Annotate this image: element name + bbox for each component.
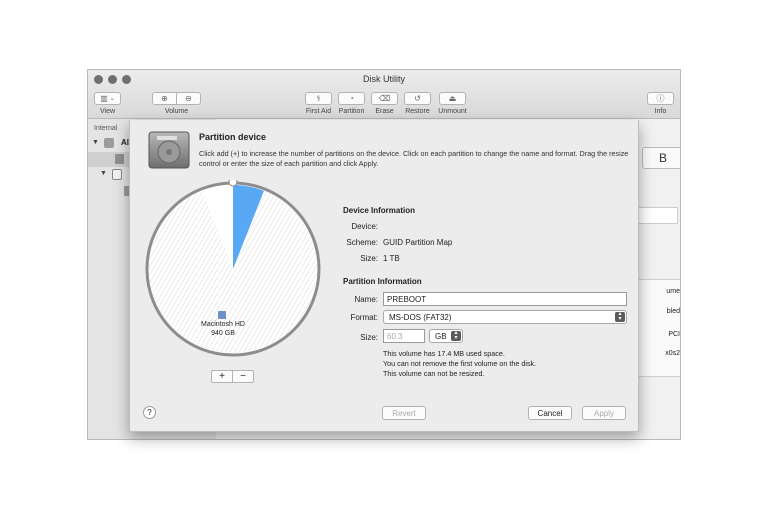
hard-drive-icon (148, 131, 190, 169)
device-label: Device: (351, 222, 378, 231)
info-cell: bled (666, 308, 680, 315)
format-select-value: MS-DOS (FAT32) (389, 312, 452, 322)
apply-button[interactable]: Apply (582, 406, 626, 420)
partition-button[interactable]: ◔ (338, 92, 365, 105)
volume-icon (115, 154, 124, 164)
partition-sheet: Partition device Click add (+) to increa… (129, 120, 639, 432)
unmount-label: Unmount (438, 108, 467, 115)
cancel-button[interactable]: Cancel (528, 406, 572, 420)
remove-volume-button[interactable]: ⊖ (176, 92, 201, 105)
info-cell: ume (666, 288, 680, 295)
erase-label: Erase (375, 108, 394, 115)
size-label: Size: (360, 254, 378, 263)
eject-icon: ⏏ (448, 94, 457, 103)
sidebar-icon: ▥ (100, 94, 108, 103)
name-label: Name: (354, 295, 378, 304)
partition-info-heading: Partition Information (343, 277, 422, 286)
drive-icon (104, 138, 114, 148)
remove-partition-button[interactable]: − (232, 370, 254, 383)
partition-pie-icon: ◔ (349, 94, 354, 103)
view-button[interactable]: ▥ ⌄ (94, 92, 121, 105)
resize-note: This volume can not be resized. (383, 369, 485, 378)
used-space-note: This volume has 17.4 MB used space. (383, 349, 505, 358)
pie-partition-size: 940 GB (211, 330, 235, 337)
erase-icon: ⌫ (378, 94, 391, 103)
restore-label: Restore (405, 108, 430, 115)
info-cell: PCI (668, 331, 680, 338)
info-label: Info (654, 108, 667, 115)
view-label: View (99, 108, 116, 115)
stethoscope-icon: ⚕ (316, 94, 321, 103)
info-cell: x0s2 (665, 350, 680, 357)
info-button[interactable]: ⓘ (647, 92, 674, 105)
title-bar: Disk Utility ▥ ⌄ View ⊕ ⊖ Volume ⚕ First … (88, 70, 680, 119)
background-field (636, 207, 678, 224)
add-volume-icon: ⊕ (161, 94, 168, 103)
volume-icon (218, 311, 226, 319)
pie-partition-name: Macintosh HD (201, 321, 245, 328)
revert-button[interactable]: Revert (382, 406, 426, 420)
capacity-badge: B (642, 147, 680, 169)
first-aid-button[interactable]: ⚕ (305, 92, 332, 105)
sidebar-item-drive[interactable]: Al (121, 138, 129, 147)
scheme-value: GUID Partition Map (383, 238, 453, 247)
sheet-title: Partition device (199, 132, 267, 142)
device-info-heading: Device Information (343, 206, 416, 215)
restore-button[interactable]: ↺ (404, 92, 431, 105)
add-volume-button[interactable]: ⊕ (152, 92, 177, 105)
format-select[interactable]: MS-DOS (FAT32) ▴ ▾ (383, 310, 627, 324)
window-title: Disk Utility (363, 74, 405, 84)
chevron-down-icon: ⌄ (109, 96, 115, 102)
partition-size-field[interactable]: 60.3 (383, 329, 425, 343)
size-unit-value: GB (435, 331, 447, 341)
scheme-label: Scheme: (346, 238, 378, 247)
select-arrows-icon: ▴ ▾ (615, 311, 625, 322)
volume-label: Volume (164, 108, 189, 115)
add-partition-button[interactable]: + (211, 370, 233, 383)
partition-label: Partition (338, 108, 365, 115)
erase-button[interactable]: ⌫ (371, 92, 398, 105)
size-label: Size: (360, 333, 378, 342)
unmount-button[interactable]: ⏏ (439, 92, 466, 105)
sheet-description: Click add (+) to increase the number of … (199, 149, 629, 168)
select-arrows-icon: ▴ ▾ (451, 330, 461, 341)
restore-icon: ↺ (414, 94, 421, 103)
disclosure-triangle-icon[interactable]: ▼ (92, 139, 99, 146)
remove-volume-icon: ⊖ (185, 94, 192, 103)
disclosure-triangle-icon[interactable]: ▼ (100, 170, 107, 177)
format-label: Format: (350, 313, 378, 322)
help-button[interactable]: ? (143, 406, 156, 419)
info-icon: ⓘ (656, 94, 665, 103)
resize-handle[interactable] (228, 180, 238, 187)
first-volume-note: You can not remove the first volume on t… (383, 359, 537, 368)
container-icon (112, 169, 122, 180)
sidebar-section-internal: Internal (94, 125, 118, 132)
partition-name-field[interactable]: PREBOOT (383, 292, 627, 306)
size-unit-select[interactable]: GB ▴ ▾ (429, 329, 463, 343)
device-size-value: 1 TB (383, 254, 400, 263)
